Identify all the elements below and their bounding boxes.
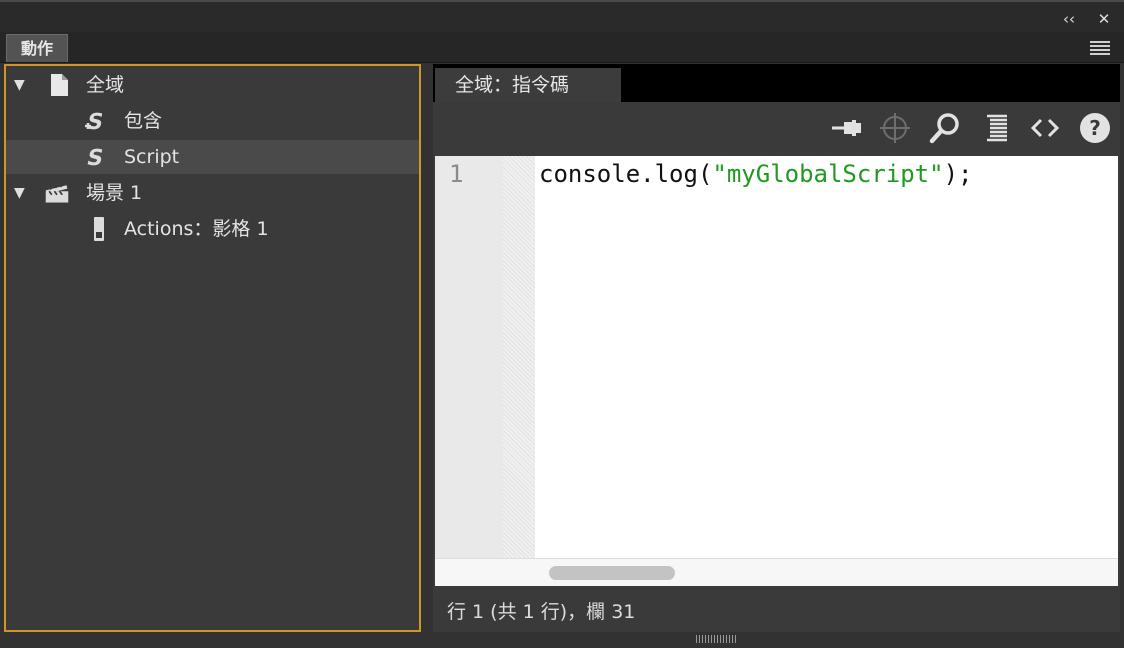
script-include-icon: S <box>84 109 105 133</box>
help-icon[interactable]: ? <box>1077 110 1113 146</box>
clapperboard-icon <box>45 182 69 203</box>
code-line[interactable]: console.log("myGlobalScript"); <box>539 160 972 188</box>
editor-toolbar: ? <box>433 102 1120 156</box>
tree-item-scene-1[interactable]: ▼ 場景 1 <box>6 176 419 210</box>
actions-panel-window: ‹‹ ✕ 動作 ▼ 全域 S 包含 S Script ▼ 場景 1 Action… <box>0 0 1124 648</box>
tree-item-label: Script <box>124 146 180 168</box>
code-text: console.log( <box>539 160 713 188</box>
script-editor-panel: 全域：指令碼 ? 1 console.log("myGlobalScript")… <box>433 64 1120 632</box>
tab-actions[interactable]: 動作 <box>6 34 68 62</box>
resize-grip[interactable] <box>696 635 736 643</box>
tree-item-label: 全域 <box>86 74 125 96</box>
horizontal-scrollbar[interactable] <box>435 558 1118 586</box>
scrollbar-thumb[interactable] <box>549 566 675 580</box>
panel-titlebar: ‹‹ ✕ <box>0 0 1124 32</box>
tree-item-label: 場景 1 <box>86 182 143 204</box>
panel-tab-row: 動作 <box>0 32 1124 63</box>
code-string: "myGlobalScript" <box>712 160 944 188</box>
fold-column <box>503 156 535 558</box>
document-icon <box>51 74 68 96</box>
search-icon[interactable] <box>927 110 963 146</box>
script-navigator-tree: ▼ 全域 S 包含 S Script ▼ 場景 1 Actions：影格 1 <box>4 64 421 632</box>
close-icon[interactable]: ✕ <box>1095 10 1113 28</box>
svg-text:S: S <box>84 109 105 133</box>
double-chevron-left-icon[interactable]: ‹‹ <box>1060 10 1078 28</box>
editor-status-bar: 行 1 (共 1 行)，欄 31 <box>433 592 1120 632</box>
pin-icon[interactable] <box>829 110 865 146</box>
line-number: 1 <box>449 160 464 188</box>
hamburger-menu-icon[interactable] <box>1090 41 1110 55</box>
svg-text:S: S <box>84 145 105 169</box>
format-code-icon[interactable] <box>979 110 1015 146</box>
code-editor[interactable]: 1 console.log("myGlobalScript"); <box>435 156 1118 558</box>
tree-item-label: 包含 <box>124 110 163 132</box>
cursor-position-status: 行 1 (共 1 行)，欄 31 <box>447 601 636 623</box>
tree-item-frame-actions[interactable]: Actions：影格 1 <box>6 212 419 246</box>
tab-global-script[interactable]: 全域：指令碼 <box>435 68 621 102</box>
tree-item-script[interactable]: S Script <box>6 140 419 174</box>
expand-arrow-icon[interactable]: ▼ <box>14 176 28 210</box>
tree-item-label: Actions：影格 1 <box>124 218 269 240</box>
line-number-gutter: 1 <box>435 156 503 558</box>
tree-item-include[interactable]: S 包含 <box>6 104 419 138</box>
crosshair-icon[interactable] <box>877 110 913 146</box>
script-icon: S <box>84 145 105 169</box>
editor-tab-strip: 全域：指令碼 <box>433 64 1120 102</box>
svg-text:?: ? <box>1089 116 1101 140</box>
expand-arrow-icon[interactable]: ▼ <box>14 68 28 102</box>
code-text: ); <box>943 160 973 188</box>
code-brackets-icon[interactable] <box>1027 110 1063 146</box>
frame-icon <box>94 217 104 241</box>
tree-item-global[interactable]: ▼ 全域 <box>6 68 419 102</box>
